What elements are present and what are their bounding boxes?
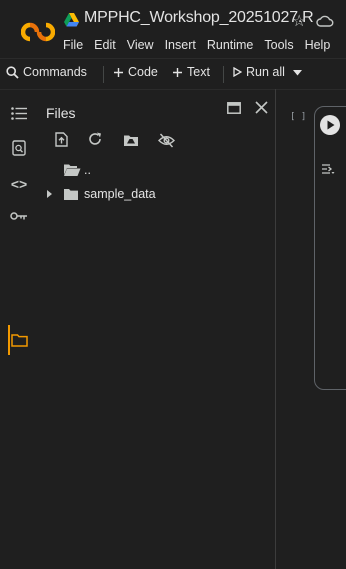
close-icon[interactable] — [252, 98, 270, 116]
run-all-button[interactable]: Run all — [232, 65, 285, 79]
files-panel: Files .. sample_data — [38, 89, 275, 569]
folder-icon — [64, 188, 78, 200]
google-drive-icon[interactable] — [64, 13, 79, 27]
list-item[interactable]: .. — [63, 163, 91, 177]
play-icon — [233, 67, 242, 77]
plus-icon — [173, 67, 182, 77]
find-replace-icon[interactable] — [10, 139, 28, 157]
menu-bar: File Edit View Insert Runtime Tools Help — [63, 38, 341, 52]
menu-insert[interactable]: Insert — [165, 38, 196, 52]
text-label: Text — [187, 65, 210, 79]
toolbar: Commands Code Text Run all — [0, 58, 346, 90]
run-all-label: Run all — [246, 65, 285, 79]
code-snippets-icon[interactable]: <> — [10, 175, 28, 193]
menu-tools[interactable]: Tools — [264, 38, 293, 52]
upload-icon[interactable] — [53, 131, 69, 147]
run-cell-button[interactable] — [320, 115, 340, 135]
run-options-dropdown[interactable] — [293, 70, 306, 76]
title-bar: MPPHC_Workshop_20251027.R ☆ File Edit Vi… — [0, 0, 346, 58]
menu-view[interactable]: View — [127, 38, 154, 52]
output-icon[interactable] — [321, 163, 335, 177]
commands-label: Commands — [23, 65, 87, 79]
mount-drive-icon[interactable] — [122, 132, 140, 148]
toolbar-divider — [103, 66, 104, 83]
menu-edit[interactable]: Edit — [94, 38, 116, 52]
menu-file[interactable]: File — [63, 38, 83, 52]
folder-icon[interactable] — [10, 331, 28, 349]
colab-logo[interactable] — [21, 22, 55, 42]
code-cell[interactable] — [314, 106, 346, 390]
hide-files-icon[interactable] — [157, 131, 175, 149]
open-in-tab-icon[interactable] — [226, 100, 242, 116]
key-icon[interactable] — [10, 207, 28, 225]
folder-label: sample_data — [84, 187, 156, 201]
add-code-button[interactable]: Code — [113, 65, 158, 79]
panel-title: Files — [46, 105, 76, 121]
cell-execution-count: [ ] — [290, 112, 307, 122]
toolbar-divider — [223, 66, 224, 83]
code-label: Code — [128, 65, 158, 79]
plus-icon — [114, 67, 123, 77]
parent-folder-label: .. — [84, 163, 91, 177]
search-icon — [6, 65, 19, 79]
commands-button[interactable]: Commands — [6, 65, 87, 79]
chevron-right-icon[interactable] — [46, 190, 54, 198]
cloud-sync-icon[interactable] — [316, 14, 334, 28]
notebook-area: [ ] — [276, 89, 346, 569]
star-icon[interactable]: ☆ — [292, 11, 306, 31]
caret-down-icon — [293, 70, 302, 76]
refresh-icon[interactable] — [87, 131, 103, 147]
folder-open-icon — [64, 164, 81, 176]
table-of-contents-icon[interactable] — [10, 104, 28, 122]
menu-runtime[interactable]: Runtime — [207, 38, 254, 52]
list-item[interactable]: sample_data — [46, 187, 156, 201]
menu-help[interactable]: Help — [305, 38, 331, 52]
side-rail: <> — [0, 89, 38, 569]
add-text-button[interactable]: Text — [172, 65, 210, 79]
notebook-title[interactable]: MPPHC_Workshop_20251027.R — [84, 9, 314, 27]
